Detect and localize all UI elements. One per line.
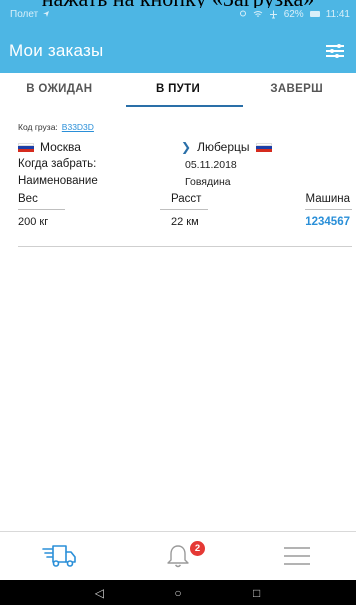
carrier-text: Полет <box>10 8 39 20</box>
card-divider <box>18 246 352 247</box>
location-icon <box>239 10 246 16</box>
back-icon[interactable]: ◁ <box>89 586 109 600</box>
battery-percent: 62% <box>283 8 304 20</box>
cargo-code-link[interactable]: B33D3D <box>62 122 94 132</box>
route-to: ❯ Люберцы <box>181 140 272 154</box>
vehicle-header: Машина <box>305 193 350 205</box>
tab-waiting[interactable]: В ОЖИДАН <box>0 73 119 107</box>
airplane-icon <box>269 10 277 18</box>
vehicle-link[interactable]: 1234567 <box>305 216 350 228</box>
cargo-name-row: Наименование Говядина <box>18 173 352 190</box>
home-icon[interactable]: ○ <box>168 586 188 600</box>
distance-header: Расст <box>171 193 202 205</box>
russia-flag-icon <box>18 142 34 152</box>
menu-icon <box>283 546 310 565</box>
weight-value: 200 кг <box>18 216 49 228</box>
from-city: Москва <box>40 140 81 154</box>
route-row: Москва ❯ Люберцы <box>18 138 352 156</box>
app-bar: Мои заказы <box>0 28 356 73</box>
active-tab-indicator <box>126 105 243 107</box>
bottom-navigation <box>0 531 356 579</box>
page-title: Мои заказы <box>9 40 104 60</box>
russia-flag-icon <box>255 142 272 152</box>
nav-loading[interactable] <box>0 532 119 580</box>
carrier-label: Полет <box>10 9 50 20</box>
cargo-name-value: Говядина <box>185 176 231 188</box>
details-values: 200 кг 22 км 1234567 <box>18 211 352 233</box>
tab-in-transit[interactable]: В ПУТИ <box>119 73 238 107</box>
navigation-arrow-icon <box>43 11 50 17</box>
tab-completed[interactable]: ЗАВЕРШ <box>237 73 356 107</box>
pickup-row: Когда забрать: 05.11.2018 <box>18 156 352 173</box>
pickup-label: Когда забрать: <box>18 158 97 170</box>
nav-menu[interactable] <box>237 532 356 580</box>
cargo-name-label: Наименование <box>18 175 98 187</box>
order-status-tabs: В ОЖИДАН В ПУТИ ЗАВЕРШ <box>0 73 356 107</box>
order-card[interactable]: Код груза: B33D3D Москва ❯ Люберцы Когда… <box>18 120 352 233</box>
system-navigation-bar: ◁ ○ □ <box>0 580 356 605</box>
recents-icon[interactable]: □ <box>247 586 267 600</box>
filter-sliders-icon[interactable] <box>326 42 344 60</box>
nav-notifications[interactable] <box>119 532 238 580</box>
wifi-icon <box>253 11 262 17</box>
cargo-code-label: Код груза: <box>18 122 58 132</box>
to-city: Люберцы <box>197 140 250 154</box>
bell-icon <box>167 544 189 567</box>
truck-icon <box>42 544 77 567</box>
clock-time: 11:41 <box>325 8 350 20</box>
cargo-code-row: Код груза: B33D3D <box>18 120 352 134</box>
weight-header: Вес <box>18 193 38 205</box>
route-from: Москва <box>18 140 81 154</box>
notification-badge: 2 <box>190 541 205 556</box>
details-headers: Вес Расст Машина <box>18 191 352 209</box>
chevron-right-icon: ❯ <box>181 140 192 154</box>
pickup-date: 05.11.2018 <box>185 159 237 171</box>
distance-value: 22 км <box>171 216 199 228</box>
overlay-caption: нажать на кнопку «Загрузка» <box>0 0 356 8</box>
battery-icon <box>309 11 320 17</box>
